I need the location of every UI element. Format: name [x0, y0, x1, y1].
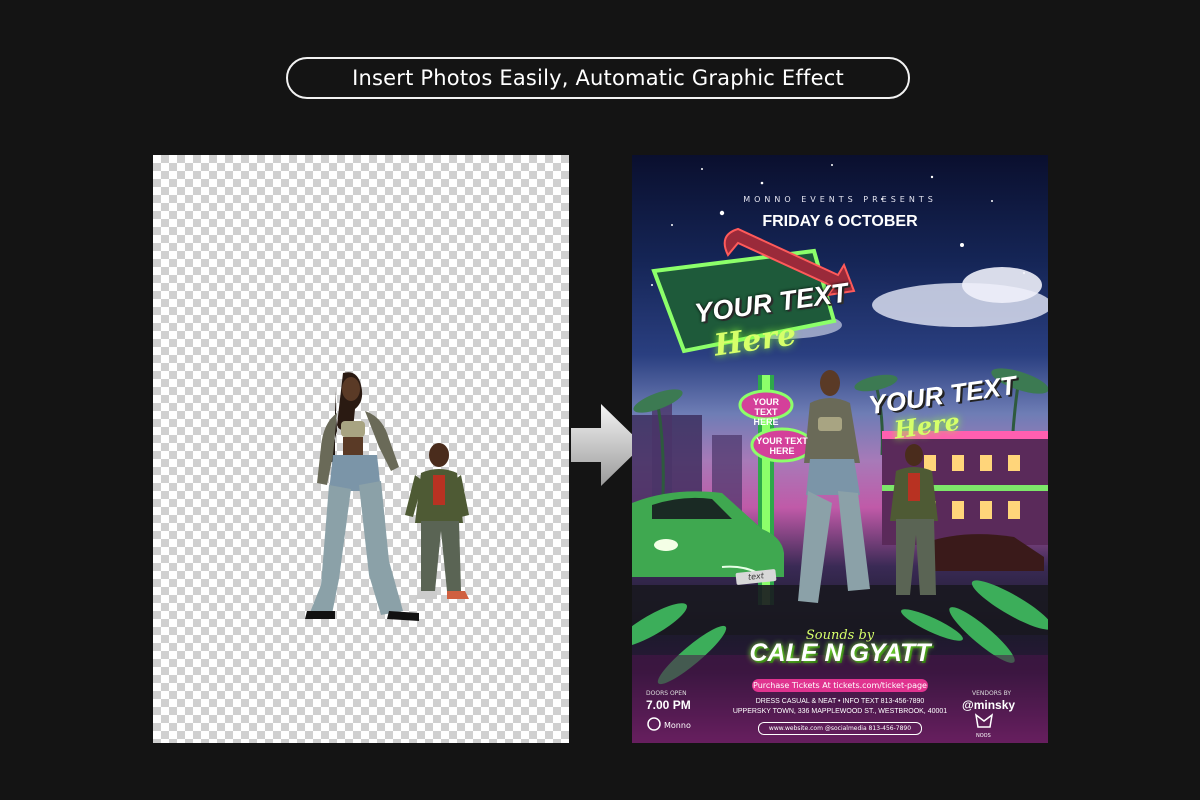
event-poster: MONNO EVENTS PRESENTS FRIDAY 6 OCTOBER Y… [632, 155, 1048, 743]
poster-figure-woman [798, 370, 870, 603]
tickets-pill: Purchase Tickets At tickets.com/ticket-p… [752, 679, 928, 692]
web-contacts-pill: www.website.com @socialmedia 813-456-789… [758, 722, 922, 735]
figure-man [405, 443, 469, 599]
dj-name: CALE N GYATT [749, 639, 931, 667]
oval-text-1: YOUR TEXT HERE [752, 397, 779, 427]
info-line-1: DRESS CASUAL & NEAT • INFO TEXT 813-456-… [755, 698, 925, 705]
headline-text: Insert Photos Easily, Automatic Graphic … [352, 66, 844, 90]
cutout-figures [305, 372, 469, 621]
doors-label: DOORS OPEN [646, 690, 687, 697]
brand-name: Monno [664, 721, 691, 730]
poster-presents: MONNO EVENTS PRESENTS [743, 195, 937, 204]
vendors-label: VENDORS BY [972, 690, 1012, 697]
oval-text-2: YOUR TEXT HERE [756, 436, 808, 456]
info-line-2: UPPERSKY TOWN, 336 MAPPLEWOOD ST., WESTB… [732, 708, 948, 715]
doors-time: 7.00 PM [646, 698, 691, 712]
transparent-canvas [153, 155, 569, 743]
vendors-handle: @minsky [962, 698, 1016, 712]
noos-logo-text: NOOS [976, 733, 991, 739]
figure-woman [305, 372, 419, 621]
poster-date: FRIDAY 6 OCTOBER [762, 213, 918, 230]
headline-pill: Insert Photos Easily, Automatic Graphic … [286, 57, 910, 99]
